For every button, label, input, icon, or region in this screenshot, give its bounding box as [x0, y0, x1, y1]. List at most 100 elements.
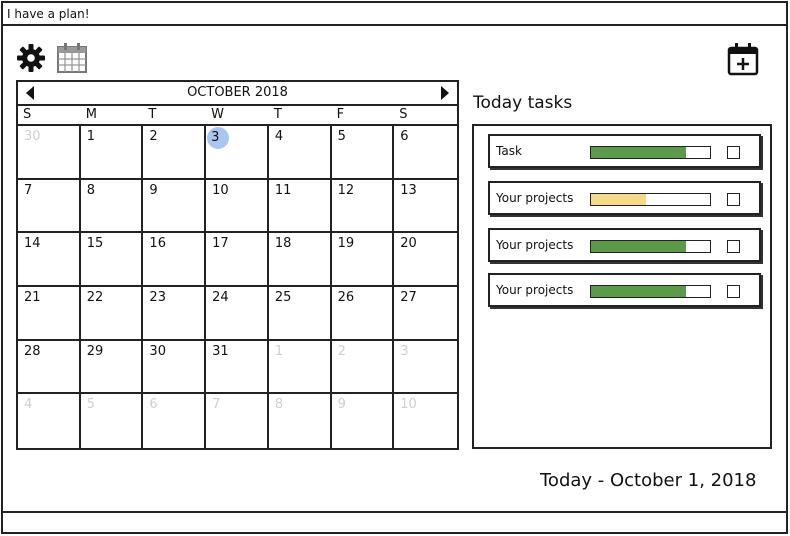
calendar-day[interactable]: 8	[269, 394, 332, 448]
calendar-day[interactable]: 4	[268, 126, 332, 180]
day-number: 29	[86, 343, 104, 359]
day-number: 27	[400, 290, 417, 305]
day-number: 15	[86, 236, 104, 252]
calendar-day[interactable]: 9	[143, 179, 207, 234]
calendar-day[interactable]: 12	[331, 179, 395, 234]
task-progress-fill	[591, 147, 687, 158]
window-title: I have a plan!	[7, 7, 90, 21]
day-number: 6	[149, 397, 158, 413]
calendar: OCTOBER 2018 SMTWTFS 30 1 2 3 4 5 6 7 8 9 10 11 12 13…	[16, 80, 459, 450]
calendar-day[interactable]: 5	[81, 394, 144, 448]
task-item[interactable]: Your projects	[488, 273, 761, 307]
calendar-day[interactable]: 15	[80, 233, 144, 287]
calendar-day[interactable]: 3	[394, 341, 457, 395]
today-date-label: Today - October 1, 2018	[540, 470, 757, 491]
day-number: 3	[207, 127, 230, 149]
task-progress-bar	[590, 240, 711, 253]
day-number: 7	[212, 397, 221, 413]
day-number: 30	[149, 343, 166, 359]
calendar-day[interactable]: 18	[268, 233, 332, 287]
task-item[interactable]: Your projects	[488, 181, 761, 215]
day-number: 23	[149, 290, 166, 305]
calendar-day[interactable]: 6	[394, 126, 457, 180]
weekday-label: T	[148, 107, 157, 122]
calendar-day[interactable]: 11	[268, 179, 332, 234]
calendar-day[interactable]: 17	[206, 233, 269, 287]
task-progress-bar	[590, 146, 711, 159]
day-number: 10	[400, 397, 417, 413]
calendar-day[interactable]: 13	[394, 180, 457, 234]
calendar-day[interactable]: 2	[331, 340, 395, 395]
calendar-day[interactable]: 21	[18, 287, 81, 341]
day-number: 10	[212, 182, 229, 198]
day-number: 28	[24, 343, 41, 359]
weekday-label: M	[85, 107, 97, 122]
calendar-day[interactable]: 20	[394, 233, 457, 287]
day-number: 6	[400, 129, 409, 144]
calendar-day-today[interactable]: 3	[206, 126, 269, 180]
calendar-day[interactable]: 4	[18, 394, 81, 448]
day-number: 16	[149, 236, 166, 252]
calendar-day[interactable]: 31	[206, 340, 269, 395]
day-number: 9	[337, 397, 346, 413]
task-checkbox[interactable]	[727, 146, 740, 159]
calendar-day[interactable]: 24	[206, 287, 269, 341]
calendar-day[interactable]: 7	[18, 179, 81, 234]
day-number: 4	[274, 129, 284, 144]
calendar-day[interactable]: 14	[18, 233, 81, 287]
weekday-label: S	[23, 107, 32, 122]
task-progress-fill	[591, 194, 646, 205]
task-label: Task	[496, 144, 522, 158]
task-progress-bar	[590, 193, 711, 206]
tasks-title: Today tasks	[473, 93, 573, 113]
calendar-day[interactable]: 6	[143, 394, 207, 448]
calendar-day[interactable]: 27	[394, 287, 457, 341]
day-number: 25	[274, 290, 292, 305]
calendar-day[interactable]: 5	[331, 126, 395, 180]
tasks-panel: Task Your projects Your projects Your proje…	[472, 124, 772, 449]
calendar-day[interactable]: 2	[143, 126, 207, 180]
weekday-label: T	[273, 107, 282, 122]
calendar-day[interactable]: 10	[206, 179, 269, 234]
calendar-day[interactable]: 9	[332, 394, 395, 448]
next-month-button[interactable]	[441, 86, 449, 100]
day-number: 2	[149, 129, 158, 144]
task-progress-fill	[591, 241, 687, 252]
day-number: 14	[24, 236, 41, 252]
task-item[interactable]: Your projects	[488, 228, 761, 262]
calendar-day[interactable]: 16	[143, 233, 207, 287]
calendar-day[interactable]: 28	[18, 340, 81, 395]
day-number: 18	[274, 236, 292, 252]
calendar-day[interactable]: 19	[331, 233, 395, 287]
calendar-day[interactable]: 26	[331, 287, 395, 341]
calendar-day[interactable]: 23	[143, 287, 207, 341]
title-bar: I have a plan!	[3, 3, 786, 26]
day-number: 24	[212, 290, 229, 305]
calendar-day[interactable]: 29	[80, 340, 144, 395]
calendar-day[interactable]: 1	[80, 126, 144, 180]
calendar-day[interactable]: 30	[18, 126, 81, 180]
day-number: 1	[274, 343, 284, 359]
calendar-day[interactable]: 30	[143, 340, 207, 395]
calendar-day[interactable]: 8	[80, 179, 144, 234]
task-item[interactable]: Task	[488, 134, 761, 168]
day-number: 13	[400, 182, 417, 198]
task-checkbox[interactable]	[727, 193, 740, 206]
task-checkbox[interactable]	[727, 240, 740, 253]
calendar-icon[interactable]	[56, 42, 88, 74]
task-checkbox[interactable]	[727, 285, 740, 298]
prev-month-button[interactable]	[26, 86, 34, 100]
calendar-day[interactable]: 1	[268, 340, 332, 395]
calendar-add-icon[interactable]	[726, 42, 760, 76]
calendar-day[interactable]: 7	[206, 394, 269, 448]
task-label: Your projects	[496, 283, 574, 297]
day-number: 4	[24, 397, 33, 413]
calendar-day[interactable]: 10	[394, 394, 457, 448]
calendar-grid: 30 1 2 3 4 5 6 7 8 9 10 11 12 13 14 15 16 17 18 19 20 21 22 23 2…	[18, 126, 457, 448]
day-number: 22	[86, 290, 104, 305]
calendar-day[interactable]: 22	[80, 287, 144, 341]
calendar-day[interactable]: 25	[268, 287, 332, 341]
gear-icon[interactable]	[16, 43, 46, 73]
day-number: 2	[337, 343, 346, 359]
status-bar	[3, 511, 786, 532]
